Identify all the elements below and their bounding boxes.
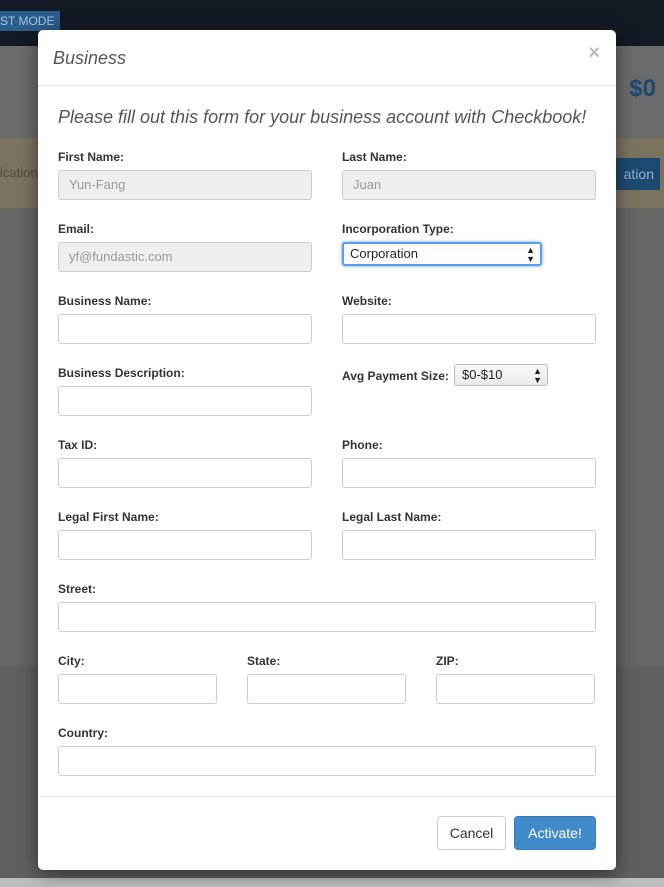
select-arrows-icon: ▲ ▼ [526,245,535,264]
incorporation-type-value: Corporation [350,246,418,261]
business-name-field[interactable] [58,314,312,344]
background-balance: $0 [629,75,656,102]
form-intro: Please fill out this form for your busin… [58,107,587,127]
incorporation-type-label: Incorporation Type: [342,222,454,236]
country-label: Country: [58,726,108,740]
select-arrows-icon: ▲ ▼ [533,366,542,385]
state-label: State: [247,654,281,668]
cancel-button[interactable]: Cancel [437,816,506,850]
test-mode-badge: ST MODE [0,11,61,31]
legal-last-name-field[interactable] [342,530,596,560]
activate-button[interactable]: Activate! [514,816,596,850]
phone-label: Phone: [342,438,383,452]
business-description-label: Business Description: [58,366,185,380]
background-notice-text: ication [0,165,38,180]
legal-first-name-label: Legal First Name: [58,510,159,524]
email-label: Email: [58,222,95,236]
last-name-label: Last Name: [342,150,407,164]
business-modal: Business × Please fill out this form for… [38,30,616,870]
background-footer [0,878,664,887]
first-name-label: First Name: [58,150,125,164]
phone-field[interactable] [342,458,596,488]
website-label: Website: [342,294,392,308]
first-name-field[interactable]: Yun-Fang [58,170,312,200]
street-field[interactable] [58,602,596,632]
close-button[interactable]: × [588,42,600,65]
incorporation-type-select[interactable]: Corporation ▲ ▼ [342,242,542,266]
tax-id-field[interactable] [58,458,312,488]
zip-field[interactable] [436,674,595,704]
modal-title: Business [53,48,127,68]
street-label: Street: [58,582,97,596]
zip-label: ZIP: [436,654,459,668]
business-name-label: Business Name: [58,294,152,308]
city-field[interactable] [58,674,217,704]
business-description-field[interactable] [58,386,312,416]
modal-header: Business × [38,30,616,86]
city-label: City: [58,654,85,668]
website-field[interactable] [342,314,596,344]
tax-id-label: Tax ID: [58,438,98,452]
avg-payment-size-label: Avg Payment Size: [342,369,449,383]
avg-payment-size-value: $0-$10 [462,367,503,382]
email-field[interactable]: yf@fundastic.com [58,242,312,272]
country-field[interactable] [58,746,596,776]
avg-payment-size-select[interactable]: $0-$10 ▲ ▼ [454,364,548,386]
legal-first-name-field[interactable] [58,530,312,560]
state-field[interactable] [247,674,406,704]
last-name-field[interactable]: Juan [342,170,596,200]
legal-last-name-label: Legal Last Name: [342,510,442,524]
